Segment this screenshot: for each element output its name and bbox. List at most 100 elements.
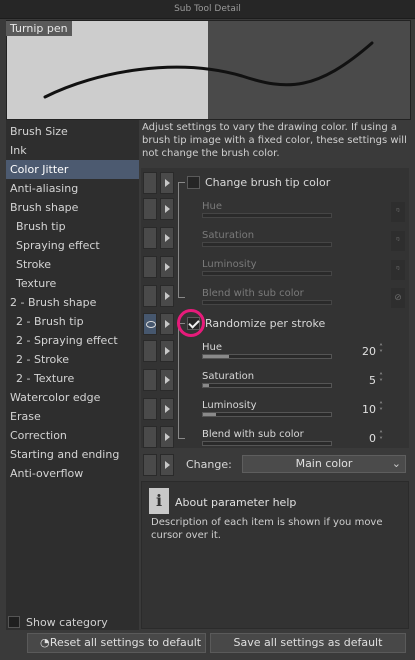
randomize-option[interactable]: Randomize per stroke xyxy=(187,317,325,330)
spinner-icon[interactable]: ˄ ˅ xyxy=(379,402,387,416)
param-slider xyxy=(202,213,332,218)
param-slider xyxy=(202,271,332,276)
randomize-label: Randomize per stroke xyxy=(205,317,326,330)
category-list: Brush Size Ink Color Jitter Anti-aliasin… xyxy=(6,120,139,630)
luminosity-value[interactable]: 10 xyxy=(306,403,376,416)
pen-pressure-icon[interactable]: ᵑ xyxy=(391,202,405,222)
expand-arrow-icon[interactable] xyxy=(160,227,174,249)
category-item[interactable]: Erase xyxy=(6,407,139,426)
reset-label: Reset all settings to default xyxy=(49,636,202,649)
reset-button[interactable]: ◔ Reset all settings to default xyxy=(27,633,206,653)
category-item[interactable]: Starting and ending xyxy=(6,445,139,464)
change-label: Change: xyxy=(186,458,232,471)
disabled-icon[interactable]: ⊘ xyxy=(391,288,405,308)
spinner-icon[interactable]: ˄ ˅ xyxy=(379,344,387,358)
category-item[interactable]: Brush tip xyxy=(6,217,139,236)
visibility-toggle[interactable] xyxy=(143,172,157,194)
expand-arrow-icon[interactable] xyxy=(160,426,174,448)
show-category-toggle[interactable]: Show category xyxy=(8,614,108,630)
param-label: Luminosity xyxy=(202,259,257,270)
row-controls xyxy=(143,454,175,476)
visibility-toggle[interactable] xyxy=(143,198,157,220)
expand-arrow-icon[interactable] xyxy=(160,256,174,278)
category-item[interactable]: Brush Size xyxy=(6,122,139,141)
category-description: Adjust settings to vary the drawing colo… xyxy=(142,122,407,159)
expand-arrow-icon[interactable] xyxy=(160,369,174,391)
parameter-help-panel: i About parameter help Description of ea… xyxy=(141,481,409,629)
settings-panel: Change brush tip color Hue Saturation Lu… xyxy=(141,168,409,448)
category-item[interactable]: 2 - Brush tip xyxy=(6,312,139,331)
expand-arrow-icon[interactable] xyxy=(160,285,174,307)
group-bracket xyxy=(178,323,185,439)
luminosity-param-disabled: Luminosity xyxy=(202,258,332,276)
save-default-label: Save all settings as default xyxy=(233,636,383,649)
pen-pressure-icon[interactable]: ᵑ xyxy=(391,260,405,280)
change-tip-color-checkbox[interactable] xyxy=(187,176,200,189)
change-dropdown-value: Main color xyxy=(295,457,353,470)
group-bracket xyxy=(178,182,185,298)
expand-arrow-icon[interactable] xyxy=(160,172,174,194)
visibility-toggle[interactable] xyxy=(143,227,157,249)
save-default-button[interactable]: Save all settings as default xyxy=(210,633,406,653)
spinner-icon[interactable]: ˄ ˅ xyxy=(379,373,387,387)
param-label: Saturation xyxy=(202,230,255,241)
category-item[interactable]: 2 - Stroke xyxy=(6,350,139,369)
category-item-selected[interactable]: Color Jitter xyxy=(6,160,139,179)
change-dropdown[interactable]: Main color ⌄ xyxy=(242,455,406,473)
visibility-toggle[interactable] xyxy=(143,369,157,391)
param-slider xyxy=(202,242,332,247)
visibility-toggle[interactable] xyxy=(143,454,157,476)
param-slider xyxy=(202,300,332,305)
expand-arrow-icon[interactable] xyxy=(160,313,174,335)
chevron-down-icon: ⌄ xyxy=(391,457,401,470)
category-item[interactable]: Anti-overflow xyxy=(6,464,139,483)
help-text: Description of each item is shown if you… xyxy=(151,517,383,541)
change-tip-color-label: Change brush tip color xyxy=(205,176,331,189)
spinner-icon[interactable]: ˄ ˅ xyxy=(379,431,387,445)
expand-arrow-icon[interactable] xyxy=(160,454,174,476)
visibility-toggle[interactable] xyxy=(143,398,157,420)
category-item[interactable]: Watercolor edge xyxy=(6,388,139,407)
row-controls xyxy=(143,285,175,307)
change-tip-color-option[interactable]: Change brush tip color xyxy=(187,176,330,189)
category-item[interactable]: Texture xyxy=(6,274,139,293)
visibility-toggle[interactable] xyxy=(143,426,157,448)
row-controls xyxy=(143,227,175,249)
row-controls xyxy=(143,172,175,194)
pen-pressure-icon[interactable]: ᵑ xyxy=(391,231,405,251)
visibility-toggle[interactable] xyxy=(143,340,157,362)
category-item[interactable]: 2 - Spraying effect xyxy=(6,331,139,350)
row-controls xyxy=(143,198,175,220)
row-controls xyxy=(143,426,175,448)
category-item[interactable]: Spraying effect xyxy=(6,236,139,255)
eye-icon[interactable] xyxy=(143,313,157,335)
visibility-toggle[interactable] xyxy=(143,256,157,278)
hue-value[interactable]: 20 xyxy=(306,345,376,358)
param-label: Hue xyxy=(202,201,223,212)
show-category-checkbox[interactable] xyxy=(8,616,20,628)
expand-arrow-icon[interactable] xyxy=(160,340,174,362)
hue-param-disabled: Hue xyxy=(202,200,332,218)
row-controls xyxy=(143,398,175,420)
category-item[interactable]: Stroke xyxy=(6,255,139,274)
expand-arrow-icon[interactable] xyxy=(160,198,174,220)
category-item[interactable]: 2 - Brush shape xyxy=(6,293,139,312)
tool-name-label: Turnip pen xyxy=(6,21,72,36)
category-item[interactable]: Brush shape xyxy=(6,198,139,217)
blend-value[interactable]: 0 xyxy=(306,432,376,445)
visibility-toggle[interactable] xyxy=(143,285,157,307)
category-item[interactable]: Correction xyxy=(6,426,139,445)
category-item[interactable]: Ink xyxy=(6,141,139,160)
info-icon: i xyxy=(149,488,169,514)
saturation-value[interactable]: 5 xyxy=(306,374,376,387)
row-controls xyxy=(143,313,175,335)
help-title: About parameter help xyxy=(175,496,297,509)
param-label: Blend with sub color xyxy=(202,288,304,299)
highlight-circle xyxy=(177,309,205,337)
show-category-label: Show category xyxy=(26,615,108,629)
category-item[interactable]: 2 - Texture xyxy=(6,369,139,388)
row-controls xyxy=(143,369,175,391)
category-item[interactable]: Anti-aliasing xyxy=(6,179,139,198)
reset-icon: ◔ xyxy=(40,636,50,649)
expand-arrow-icon[interactable] xyxy=(160,398,174,420)
